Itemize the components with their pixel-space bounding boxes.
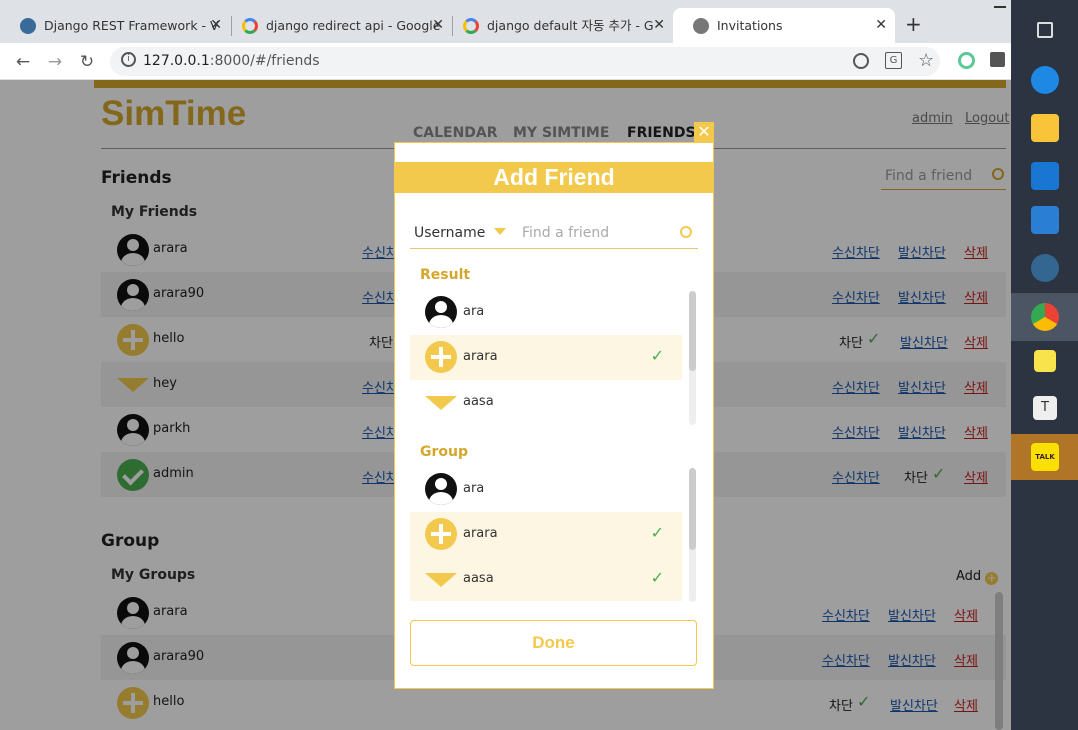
tab-title: django redirect api - Google bbox=[266, 18, 441, 33]
avatar bbox=[425, 296, 457, 328]
add-friend-modal: Add Friend Username Find a friend Result… bbox=[394, 142, 714, 689]
url-path: :8000/#/friends bbox=[209, 53, 320, 69]
forward-icon[interactable]: → bbox=[44, 51, 66, 73]
group-name: ara bbox=[463, 481, 485, 496]
browser-tabstrip: Django REST Framework - V ✕ django redir… bbox=[0, 0, 1011, 43]
result-row[interactable]: ara bbox=[410, 290, 682, 335]
close-icon[interactable]: ✕ bbox=[653, 8, 665, 43]
tab-django-rest[interactable]: Django REST Framework - V ✕ bbox=[0, 8, 230, 43]
result-scrollbar[interactable] bbox=[689, 291, 696, 371]
check-icon: ✓ bbox=[650, 346, 664, 365]
globe-icon bbox=[693, 18, 709, 34]
result-name: ara bbox=[463, 304, 485, 319]
tab-title: Invitations bbox=[717, 18, 783, 33]
puzzle-icon[interactable] bbox=[990, 52, 1005, 67]
triangle-icon bbox=[425, 396, 457, 410]
close-icon[interactable]: ✕ bbox=[210, 8, 222, 43]
triangle-icon bbox=[425, 573, 457, 587]
close-icon[interactable]: ✕ bbox=[694, 122, 714, 142]
search-type-select[interactable]: Username bbox=[414, 225, 506, 241]
typora-icon[interactable]: T bbox=[1033, 396, 1057, 420]
task-view-icon[interactable] bbox=[1037, 22, 1053, 38]
check-icon: ✓ bbox=[650, 568, 664, 587]
tab-title: Django REST Framework - V bbox=[44, 18, 219, 33]
windows-taskbar: T TALK bbox=[1011, 0, 1078, 730]
back-icon[interactable]: ← bbox=[12, 51, 34, 73]
chevron-down-icon bbox=[493, 228, 506, 235]
result-row[interactable]: aasa bbox=[410, 380, 682, 425]
url-host: 127.0.0.1 bbox=[143, 53, 210, 69]
group-row[interactable]: ara bbox=[410, 467, 682, 512]
avatar bbox=[425, 473, 457, 505]
url-text[interactable]: 127.0.0.1:8000/#/friends bbox=[143, 52, 320, 71]
modal-search-input[interactable]: Find a friend bbox=[522, 225, 672, 243]
chrome-icon[interactable] bbox=[1031, 303, 1059, 331]
group-scrollbar[interactable] bbox=[689, 468, 696, 550]
postgresql-icon[interactable] bbox=[1031, 254, 1059, 282]
group-name: arara bbox=[463, 526, 498, 541]
group-row[interactable]: arara ✓ bbox=[410, 512, 682, 557]
modal-search-bar: Username Find a friend bbox=[410, 218, 698, 249]
plus-icon bbox=[425, 341, 457, 373]
check-icon: ✓ bbox=[650, 523, 664, 542]
location-icon[interactable] bbox=[853, 53, 869, 69]
extension-icon[interactable] bbox=[958, 52, 975, 69]
django-icon bbox=[20, 18, 36, 34]
file-explorer-icon[interactable] bbox=[1031, 114, 1059, 142]
tab-title: django default 자동 추가 - G bbox=[487, 18, 654, 33]
google-icon bbox=[242, 18, 258, 34]
plus-icon bbox=[425, 518, 457, 550]
tab-google-redirect[interactable]: django redirect api - Google ✕ bbox=[222, 8, 452, 43]
tab-invitations[interactable]: Invitations ✕ bbox=[673, 8, 895, 43]
tab-google-default[interactable]: django default 자동 추가 - G ✕ bbox=[443, 8, 673, 43]
kakaotalk-icon[interactable]: TALK bbox=[1031, 443, 1059, 471]
group-row[interactable]: aasa ✓ bbox=[410, 557, 682, 601]
sticky-notes-icon[interactable] bbox=[1034, 350, 1056, 372]
group-title: Group bbox=[420, 444, 469, 460]
result-name: arara bbox=[463, 349, 498, 364]
search-type-label: Username bbox=[414, 225, 486, 241]
google-icon bbox=[463, 18, 479, 34]
star-icon[interactable]: ☆ bbox=[918, 50, 934, 71]
new-tab-button[interactable]: + bbox=[905, 12, 922, 36]
info-icon[interactable]: i bbox=[121, 52, 136, 67]
minimize-icon[interactable] bbox=[994, 6, 1006, 8]
result-row[interactable]: arara ✓ bbox=[410, 335, 682, 380]
vscode-icon[interactable] bbox=[1031, 206, 1059, 234]
reload-icon[interactable]: ↻ bbox=[76, 51, 98, 73]
search-icon[interactable] bbox=[680, 226, 692, 238]
translate-icon[interactable]: G bbox=[885, 52, 902, 69]
modal-title: Add Friend bbox=[395, 162, 713, 193]
result-title: Result bbox=[420, 267, 471, 283]
result-name: aasa bbox=[463, 394, 494, 409]
mail-icon[interactable] bbox=[1031, 162, 1059, 190]
close-icon[interactable]: ✕ bbox=[875, 8, 887, 43]
done-button[interactable]: Done bbox=[410, 620, 697, 666]
edge-icon[interactable] bbox=[1031, 66, 1059, 94]
group-name: aasa bbox=[463, 571, 494, 586]
